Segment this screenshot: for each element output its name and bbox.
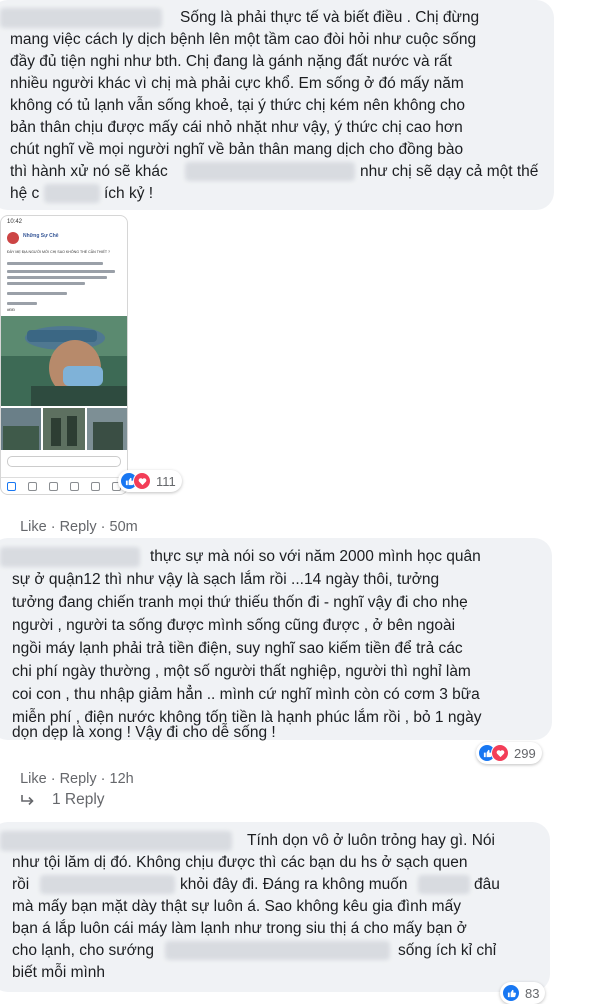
- redacted-text: [418, 875, 470, 894]
- comment-text-line: ngồi máy lạnh phải trả tiền điện, suy ng…: [12, 640, 463, 657]
- comment-text-line: nhiều người khác vì chị mà phải cực khổ.…: [10, 75, 464, 92]
- view-replies-link[interactable]: 1 Reply: [20, 791, 105, 809]
- post-header: Những Sự Chê: [7, 232, 121, 246]
- comment-text-line: Tính dọn vô ở luôn trỏng hay gì. Nói: [247, 832, 495, 849]
- redacted-author-name: [0, 8, 162, 28]
- video-icon[interactable]: [28, 481, 37, 491]
- reaction-count: 83: [525, 985, 540, 1001]
- profile-icon[interactable]: [70, 481, 79, 491]
- status-time: 10:42: [7, 219, 23, 225]
- comment-text-line: dọn dẹp là xong ! Vậy đi cho dễ sống !: [12, 724, 276, 741]
- comment-text-line: người , người ta sống được mình sống cũn…: [12, 617, 456, 634]
- reaction-summary[interactable]: 111: [118, 470, 182, 492]
- comment-text-line: hệ c: [10, 185, 40, 202]
- redacted-text: [185, 162, 355, 181]
- page-avatar: [7, 232, 19, 244]
- page-name: Những Sự Chê: [23, 233, 59, 239]
- heart-icon: [133, 472, 151, 490]
- attached-screenshot[interactable]: 10:42 Những Sự Chê ĐÂY MẸ ĐỊA NGƯỜI MỚI …: [0, 215, 128, 495]
- separator-dot: ·: [96, 519, 110, 535]
- redacted-author-name: [0, 547, 140, 567]
- comment-text-line: chi phí ngày thường , một số người thất …: [12, 663, 471, 680]
- post-text-line: [7, 276, 107, 279]
- marketplace-icon[interactable]: [49, 481, 58, 491]
- post-text-line: [7, 302, 37, 305]
- separator-dot: ·: [46, 771, 60, 787]
- reply-link[interactable]: Reply: [60, 519, 97, 535]
- timestamp: 12h: [109, 771, 134, 787]
- like-link[interactable]: Like: [20, 519, 47, 535]
- comment-text-line: thực sự mà nói so với năm 2000 mình học …: [150, 548, 481, 565]
- replies-count-label: 1 Reply: [52, 791, 105, 808]
- comment-text-line: như tội lăm dị đó. Không chịu được thì c…: [12, 854, 468, 871]
- comment-text-line: chút nghĩ về mọi người nghĩ về bản thân …: [10, 141, 464, 158]
- reply-link[interactable]: Reply: [60, 771, 97, 787]
- comment-text-line: rồi: [12, 876, 30, 893]
- comment-text-line: coi con , thu nhập giảm hẳn .. mình cứ n…: [12, 686, 480, 703]
- comment-text-line: như chị sẽ dạy cả một thế: [360, 163, 539, 180]
- timestamp: 50m: [109, 519, 138, 535]
- post-hashtag: #ĐĐ: [7, 307, 16, 312]
- comment-text-line: đâu: [474, 876, 500, 893]
- comment-input[interactable]: [7, 456, 121, 467]
- app-nav-bar: [1, 477, 127, 494]
- post-text-line: [7, 282, 85, 285]
- thumbs-up-icon: [502, 984, 520, 1002]
- post-text-line: [7, 292, 67, 295]
- post-text-line: [7, 270, 115, 273]
- comment-text-line: biết mỗi mình: [12, 964, 106, 981]
- post-title: ĐÂY MẸ ĐỊA NGƯỜI MỚI CHỊ SAO KHÔNG THỂ C…: [7, 250, 111, 254]
- reaction-summary[interactable]: 83: [500, 982, 546, 1004]
- separator-dot: ·: [96, 771, 110, 787]
- post-text-line: [7, 262, 103, 265]
- reaction-count: 299: [514, 745, 536, 761]
- like-link[interactable]: Like: [20, 771, 47, 787]
- comment-text-line: sự ở quận12 thì như vậy là sạch lắm rồi …: [12, 571, 440, 588]
- home-icon[interactable]: [7, 481, 16, 491]
- post-photo-grid: [1, 408, 127, 450]
- comment-text-line: đầy đủ tiện nghi như bth. Chị đang là gá…: [10, 53, 452, 70]
- comment-actions: Like · Reply · 12h: [12, 755, 134, 787]
- comment-text-line: mang việc cách ly dịch bệnh lên một tầm …: [10, 31, 477, 48]
- redacted-author-name: [0, 831, 232, 851]
- redacted-text: [44, 184, 100, 203]
- redacted-text: [165, 941, 390, 960]
- redacted-text: [40, 875, 175, 894]
- comment-text-line: tưởng đang chiến tranh mọi thứ thiếu thố…: [12, 594, 468, 611]
- comment-text-line: không có tủ lạnh vẫn sống khoẻ, tại ý th…: [10, 97, 465, 114]
- comment-text-line: bản thân chịu được mấy cái nhỏ nhặt như …: [10, 119, 463, 136]
- comment-text-line: bạn á lắp luôn cái máy làm lạnh như tron…: [12, 920, 467, 937]
- post-photo-main: [1, 316, 127, 406]
- comment-text-line: Sống là phải thực tế và biết điều . Chị …: [180, 9, 480, 26]
- comment-text-line: sống ích kỉ chỉ: [398, 942, 497, 959]
- reaction-count: 111: [156, 473, 176, 489]
- comment-text-line: mà mấy bạn mặt dày thật sự luôn á. Sao k…: [12, 898, 461, 915]
- comment-actions: Like · Reply · 50m: [12, 503, 138, 535]
- comment-text-line: khỏi đây đi. Đáng ra không muốn: [180, 876, 408, 893]
- comment-text-line: cho lạnh, cho sướng: [12, 942, 155, 959]
- separator-dot: ·: [46, 519, 60, 535]
- comment-text-line: thì hành xử nó sẽ khác: [10, 163, 168, 180]
- comment-text-line: ích kỷ !: [104, 185, 154, 202]
- reaction-summary[interactable]: 299: [476, 742, 542, 764]
- notifications-icon[interactable]: [91, 481, 100, 491]
- heart-icon: [491, 744, 509, 762]
- reply-arrow-icon: [21, 795, 34, 806]
